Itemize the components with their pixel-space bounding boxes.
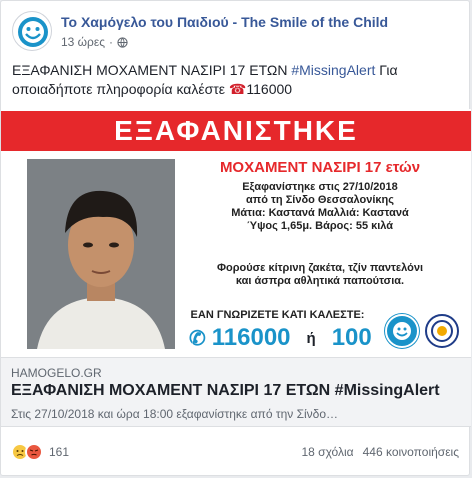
person-portrait bbox=[27, 159, 175, 349]
post-meta: 13 ώρες · bbox=[61, 35, 128, 49]
smile-of-child-logo-icon bbox=[18, 17, 48, 47]
post-text-start: ΕΞΑΦΑΝΙΣΗ ΜΟΧΑΜΕΝΤ ΝΑΣΙΡΙ 17 ΕΤΩΝ bbox=[12, 62, 292, 78]
missing-person-flyer-image[interactable]: ΕΞΑΦΑΝΙΣΤΗΚΕ ΜΟΧΑΜΕΝΤ ΝΑΣΙΡΙ 17 ετών Εξα… bbox=[1, 109, 471, 357]
reaction-count: 161 bbox=[49, 445, 70, 459]
angry-reaction-icon bbox=[25, 443, 43, 461]
missing-alert-hashtag[interactable]: #MissingAlert bbox=[291, 62, 375, 78]
link-domain: HAMOGELO.GR bbox=[11, 366, 102, 380]
flyer-clothes-line: Φορούσε κίτρινη ζακέτα, τζίν παντελόνι bbox=[216, 262, 423, 274]
page-name-link[interactable]: Το Χαμόγελο του Παιδιού - The Smile of t… bbox=[61, 14, 388, 30]
shares-count-link[interactable]: 446 κοινοποιήσεις bbox=[363, 445, 459, 459]
police-number: 100 bbox=[331, 324, 372, 351]
post-stats: 18 σχόλια 446 κοινοποιήσεις bbox=[301, 445, 459, 459]
hotline-number: 116000 bbox=[211, 324, 291, 351]
link-preview[interactable]: HAMOGELO.GR ΕΞΑΦΑΝΙΣΗ ΜΟΧΑΜΕΝΤ ΝΑΣΙΡΙ 17… bbox=[1, 357, 471, 427]
facebook-post: Το Χαμόγελο του Παιδιού - The Smile of t… bbox=[0, 0, 471, 476]
flyer-call-label: ΕΑΝ ΓΝΩΡΙΖΕΤΕ ΚΑΤΙ ΚΑΛΕΣΤΕ: bbox=[190, 309, 365, 321]
globe-icon[interactable] bbox=[117, 36, 128, 48]
post-footer: 161 18 σχόλια 446 κοινοποιήσεις bbox=[11, 441, 459, 465]
post-time[interactable]: 13 ώρες bbox=[61, 35, 105, 49]
flyer-clothing: Φορούσε κίτρινη ζακέτα, τζίν παντελόνι κ… bbox=[185, 262, 455, 288]
amber-alert-logo-icon bbox=[425, 314, 459, 348]
flyer-clothes-line: και άσπρα αθλητικά παπούτσια. bbox=[235, 275, 405, 287]
post-phone-number: 116000 bbox=[246, 81, 293, 97]
flyer-info-line: Ύψος 1,65μ. Βάρος: 55 κιλά bbox=[246, 220, 394, 232]
link-description: Στις 27/10/2018 και ώρα 18:00 εξαφανίστη… bbox=[11, 407, 339, 421]
smile-of-child-logo-icon bbox=[385, 314, 419, 348]
link-title[interactable]: ΕΞΑΦΑΝΙΣΗ ΜΟΧΑΜΕΝΤ ΝΑΣΙΡΙ 17 ΕΤΩΝ #Missi… bbox=[11, 382, 440, 400]
meta-separator: · bbox=[109, 35, 114, 49]
flyer-person-name: ΜΟΧΑΜΕΝΤ ΝΑΣΙΡΙ 17 ετών bbox=[219, 159, 421, 176]
flyer-info-line: Εξαφανίστηκε στις 27/10/2018 bbox=[242, 181, 398, 193]
comments-count-link[interactable]: 18 σχόλια bbox=[301, 445, 353, 459]
flyer-banner: ΕΞΑΦΑΝΙΣΤΗΚΕ bbox=[1, 111, 471, 151]
page-avatar[interactable] bbox=[12, 11, 52, 51]
flyer-details: Εξαφανίστηκε στις 27/10/2018 από τη Σίνδ… bbox=[185, 181, 455, 233]
post-header: Το Χαμόγελο του Παιδιού - The Smile of t… bbox=[12, 11, 459, 53]
missing-person-photo bbox=[27, 159, 175, 349]
flyer-hotline-row: ✆ 116000 ή 100 bbox=[189, 324, 372, 352]
phone-icon: ✆ bbox=[189, 327, 206, 350]
hotline-or: ή bbox=[306, 329, 316, 347]
flyer-info-line: Μάτια: Καστανά Μαλλιά: Καστανά bbox=[231, 207, 409, 219]
reactions-summary[interactable]: 161 bbox=[11, 443, 69, 461]
post-text: ΕΞΑΦΑΝΙΣΗ ΜΟΧΑΜΕΝΤ ΝΑΣΙΡΙ 17 ΕΤΩΝ #Missi… bbox=[12, 61, 452, 99]
phone-icon: ☎ bbox=[228, 81, 247, 97]
flyer-info-line: από τη Σίνδο Θεσσαλονίκης bbox=[246, 194, 394, 206]
